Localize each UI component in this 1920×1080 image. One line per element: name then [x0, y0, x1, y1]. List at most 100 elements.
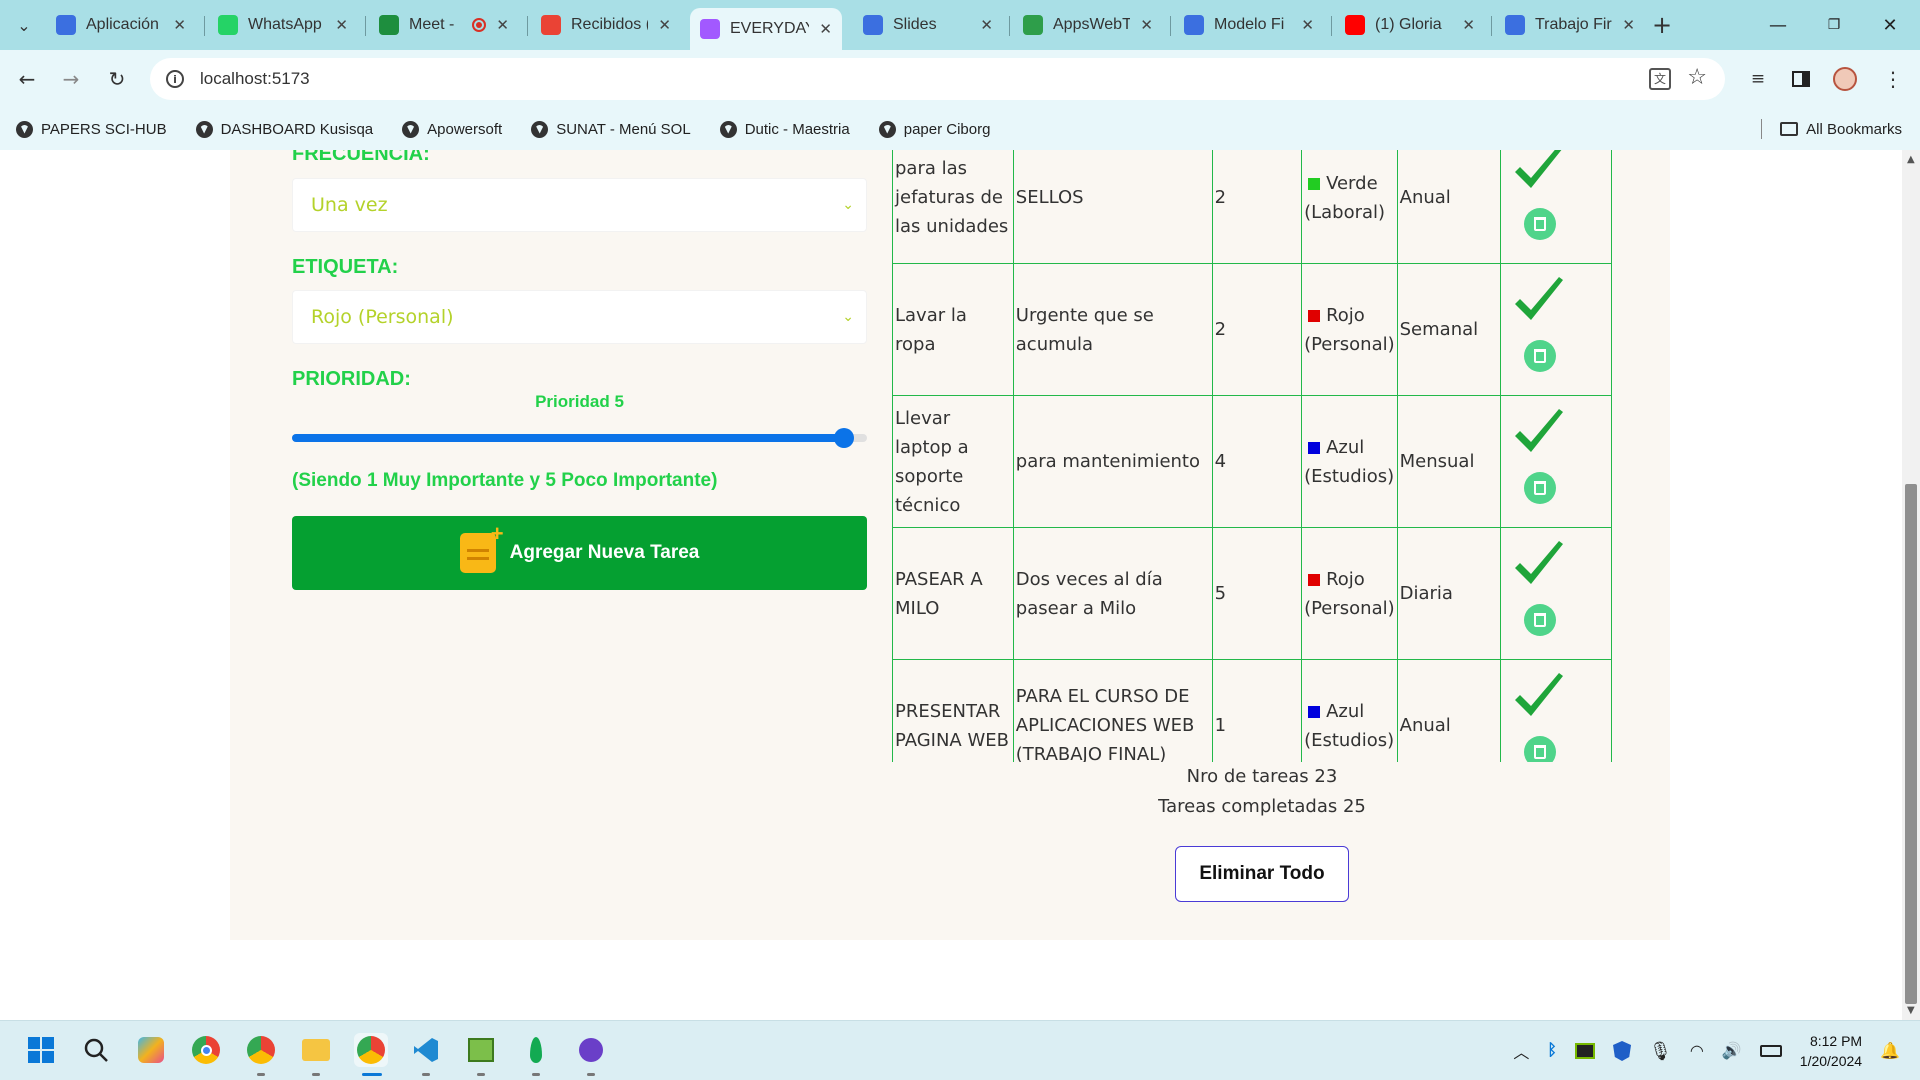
- tab-5[interactable]: EVERYDAY ✕: [690, 8, 842, 50]
- scroll-up-arrow-icon[interactable]: ▲: [1907, 154, 1915, 165]
- task-table-container[interactable]: para las jefaturas de las unidades SELLOS…: [892, 150, 1632, 762]
- tab-6[interactable]: Slides ✕: [853, 8, 1003, 42]
- complete-check-icon[interactable]: [1509, 150, 1569, 200]
- close-tab-icon[interactable]: ✕: [1622, 16, 1635, 34]
- side-panel-icon[interactable]: [1786, 64, 1816, 94]
- clock[interactable]: 8:12 PM 1/20/2024: [1800, 1031, 1862, 1071]
- wifi-icon[interactable]: ◠: [1690, 1041, 1704, 1061]
- mongodb-icon[interactable]: [519, 1033, 553, 1067]
- clock-date: 1/20/2024: [1799, 1053, 1863, 1069]
- site-info-icon[interactable]: i: [166, 70, 184, 88]
- globe-icon: [195, 120, 213, 138]
- page-scrollbar[interactable]: ▲ ▼: [1902, 150, 1920, 1020]
- delete-trash-icon[interactable]: [1524, 736, 1557, 762]
- prioridad-slider[interactable]: [292, 428, 867, 448]
- search-icon[interactable]: [79, 1033, 113, 1067]
- delete-trash-icon[interactable]: [1524, 208, 1557, 240]
- bluetooth-icon[interactable]: ᛒ: [1547, 1042, 1557, 1060]
- address-bar[interactable]: i localhost:5173 文 ☆: [150, 58, 1725, 100]
- chrome-profile-icon[interactable]: [244, 1033, 278, 1067]
- bookmark-item[interactable]: paper Ciborg: [878, 120, 990, 138]
- task-desc-cell-text: SELLOS: [1015, 187, 1084, 208]
- tab-4[interactable]: Recibidos (✕: [531, 8, 681, 42]
- close-tab-icon[interactable]: ✕: [1462, 16, 1475, 34]
- close-tab-icon[interactable]: ✕: [819, 20, 832, 38]
- tab-divider: [1331, 16, 1332, 36]
- bookmark-label: Apowersoft: [427, 120, 503, 138]
- task-actions: [1503, 150, 1609, 263]
- show-hidden-icons-chevron-icon[interactable]: ︿: [1513, 1039, 1529, 1063]
- image-editor-icon[interactable]: [464, 1033, 498, 1067]
- file-explorer-icon[interactable]: [299, 1033, 333, 1067]
- reload-button[interactable]: ↻: [102, 64, 132, 94]
- translate-icon[interactable]: 文: [1649, 68, 1671, 90]
- delete-trash-icon[interactable]: [1524, 340, 1557, 372]
- bookmark-item[interactable]: DASHBOARD Kusisqa: [195, 120, 373, 138]
- scroll-down-arrow-icon[interactable]: ▼: [1907, 1005, 1915, 1016]
- new-tab-button[interactable]: +: [1648, 11, 1676, 39]
- chrome-icon[interactable]: [189, 1033, 223, 1067]
- tab-3[interactable]: Meet - ✕: [369, 8, 519, 42]
- delete-trash-icon[interactable]: [1524, 472, 1557, 504]
- forward-button[interactable]: →: [56, 64, 86, 94]
- restore-button[interactable]: ❐: [1814, 10, 1854, 40]
- menu-kebab-icon[interactable]: ⋮: [1878, 64, 1908, 94]
- back-button[interactable]: ←: [12, 64, 42, 94]
- all-bookmarks-button[interactable]: All Bookmarks: [1761, 108, 1902, 150]
- gmail-icon: [541, 15, 561, 35]
- close-tab-icon[interactable]: ✕: [1140, 16, 1153, 34]
- notifications-bell-icon[interactable]: 🔔: [1880, 1041, 1900, 1061]
- bookmark-star-icon[interactable]: ☆: [1687, 65, 1707, 90]
- task-frequency-cell-text: Anual: [1399, 715, 1451, 736]
- table-row: Lavar la ropa Urgente que se acumula 2 Rojo…: [892, 263, 1612, 396]
- tab-10[interactable]: Trabajo Fir ✕: [1495, 8, 1645, 42]
- close-window-button[interactable]: ✕: [1870, 10, 1910, 40]
- bookmark-item[interactable]: PAPERS SCI-HUB: [16, 120, 167, 138]
- widgets-icon[interactable]: [134, 1033, 168, 1067]
- folder-icon: [1780, 122, 1799, 136]
- tab-9[interactable]: (1) Gloria ✕: [1335, 8, 1485, 42]
- minimize-button[interactable]: —: [1758, 10, 1798, 40]
- tab-2[interactable]: WhatsApp ✕: [208, 8, 358, 42]
- url-text[interactable]: localhost:5173: [200, 69, 310, 89]
- close-tab-icon[interactable]: ✕: [173, 16, 186, 34]
- delete-trash-icon[interactable]: [1524, 604, 1557, 636]
- add-task-button[interactable]: Agregar Nueva Tarea: [292, 516, 867, 590]
- bookmark-item[interactable]: Dutic - Maestria: [719, 120, 850, 138]
- complete-check-icon[interactable]: [1509, 272, 1569, 332]
- app-purple-icon[interactable]: [574, 1033, 608, 1067]
- windows-start-icon[interactable]: [24, 1033, 58, 1067]
- tab-8[interactable]: Modelo Fi ✕: [1174, 8, 1324, 42]
- security-shield-icon[interactable]: [1613, 1041, 1632, 1061]
- close-tab-icon[interactable]: ✕: [1301, 16, 1314, 34]
- frecuencia-select[interactable]: Una vez ⌄: [292, 178, 867, 232]
- tab-divider: [204, 16, 205, 36]
- page-scrollbar-thumb[interactable]: [1905, 484, 1917, 1004]
- complete-check-icon[interactable]: [1509, 668, 1569, 728]
- task-tag-cell: Verde (Laboral): [1301, 150, 1398, 264]
- chrome-active-icon[interactable]: [354, 1033, 388, 1067]
- close-tab-icon[interactable]: ✕: [980, 16, 993, 34]
- vscode-icon[interactable]: [409, 1033, 443, 1067]
- microphone-icon[interactable]: 🎙: [1649, 1041, 1672, 1062]
- volume-icon[interactable]: 🔊: [1722, 1041, 1742, 1061]
- profile-avatar[interactable]: [1830, 64, 1860, 94]
- battery-icon[interactable]: [1759, 1045, 1782, 1057]
- slider-thumb[interactable]: [834, 428, 854, 448]
- complete-check-icon[interactable]: [1509, 404, 1569, 464]
- bookmark-item[interactable]: Apowersoft: [402, 120, 503, 138]
- tab-7[interactable]: AppsWebT ✕: [1013, 8, 1163, 42]
- etiqueta-select[interactable]: Rojo (Personal) ⌄: [292, 290, 867, 344]
- tab-search-chevron-icon[interactable]: ⌄: [10, 11, 38, 39]
- close-tab-icon[interactable]: ✕: [335, 16, 348, 34]
- close-tab-icon[interactable]: ✕: [496, 16, 509, 34]
- close-tab-icon[interactable]: ✕: [658, 16, 671, 34]
- complete-check-icon[interactable]: [1509, 536, 1569, 596]
- tab-title: (1) Gloria: [1375, 16, 1442, 33]
- task-desc-cell: PARA EL CURSO DE APLICACIONES WEB (TRABA…: [1012, 659, 1213, 762]
- nvidia-icon[interactable]: [1575, 1043, 1596, 1059]
- media-control-icon[interactable]: ≡: [1743, 64, 1773, 94]
- tab-1[interactable]: Aplicación ✕: [46, 8, 196, 42]
- delete-all-button[interactable]: Eliminar Todo: [1175, 846, 1349, 902]
- bookmark-item[interactable]: SUNAT - Menú SOL: [531, 120, 691, 138]
